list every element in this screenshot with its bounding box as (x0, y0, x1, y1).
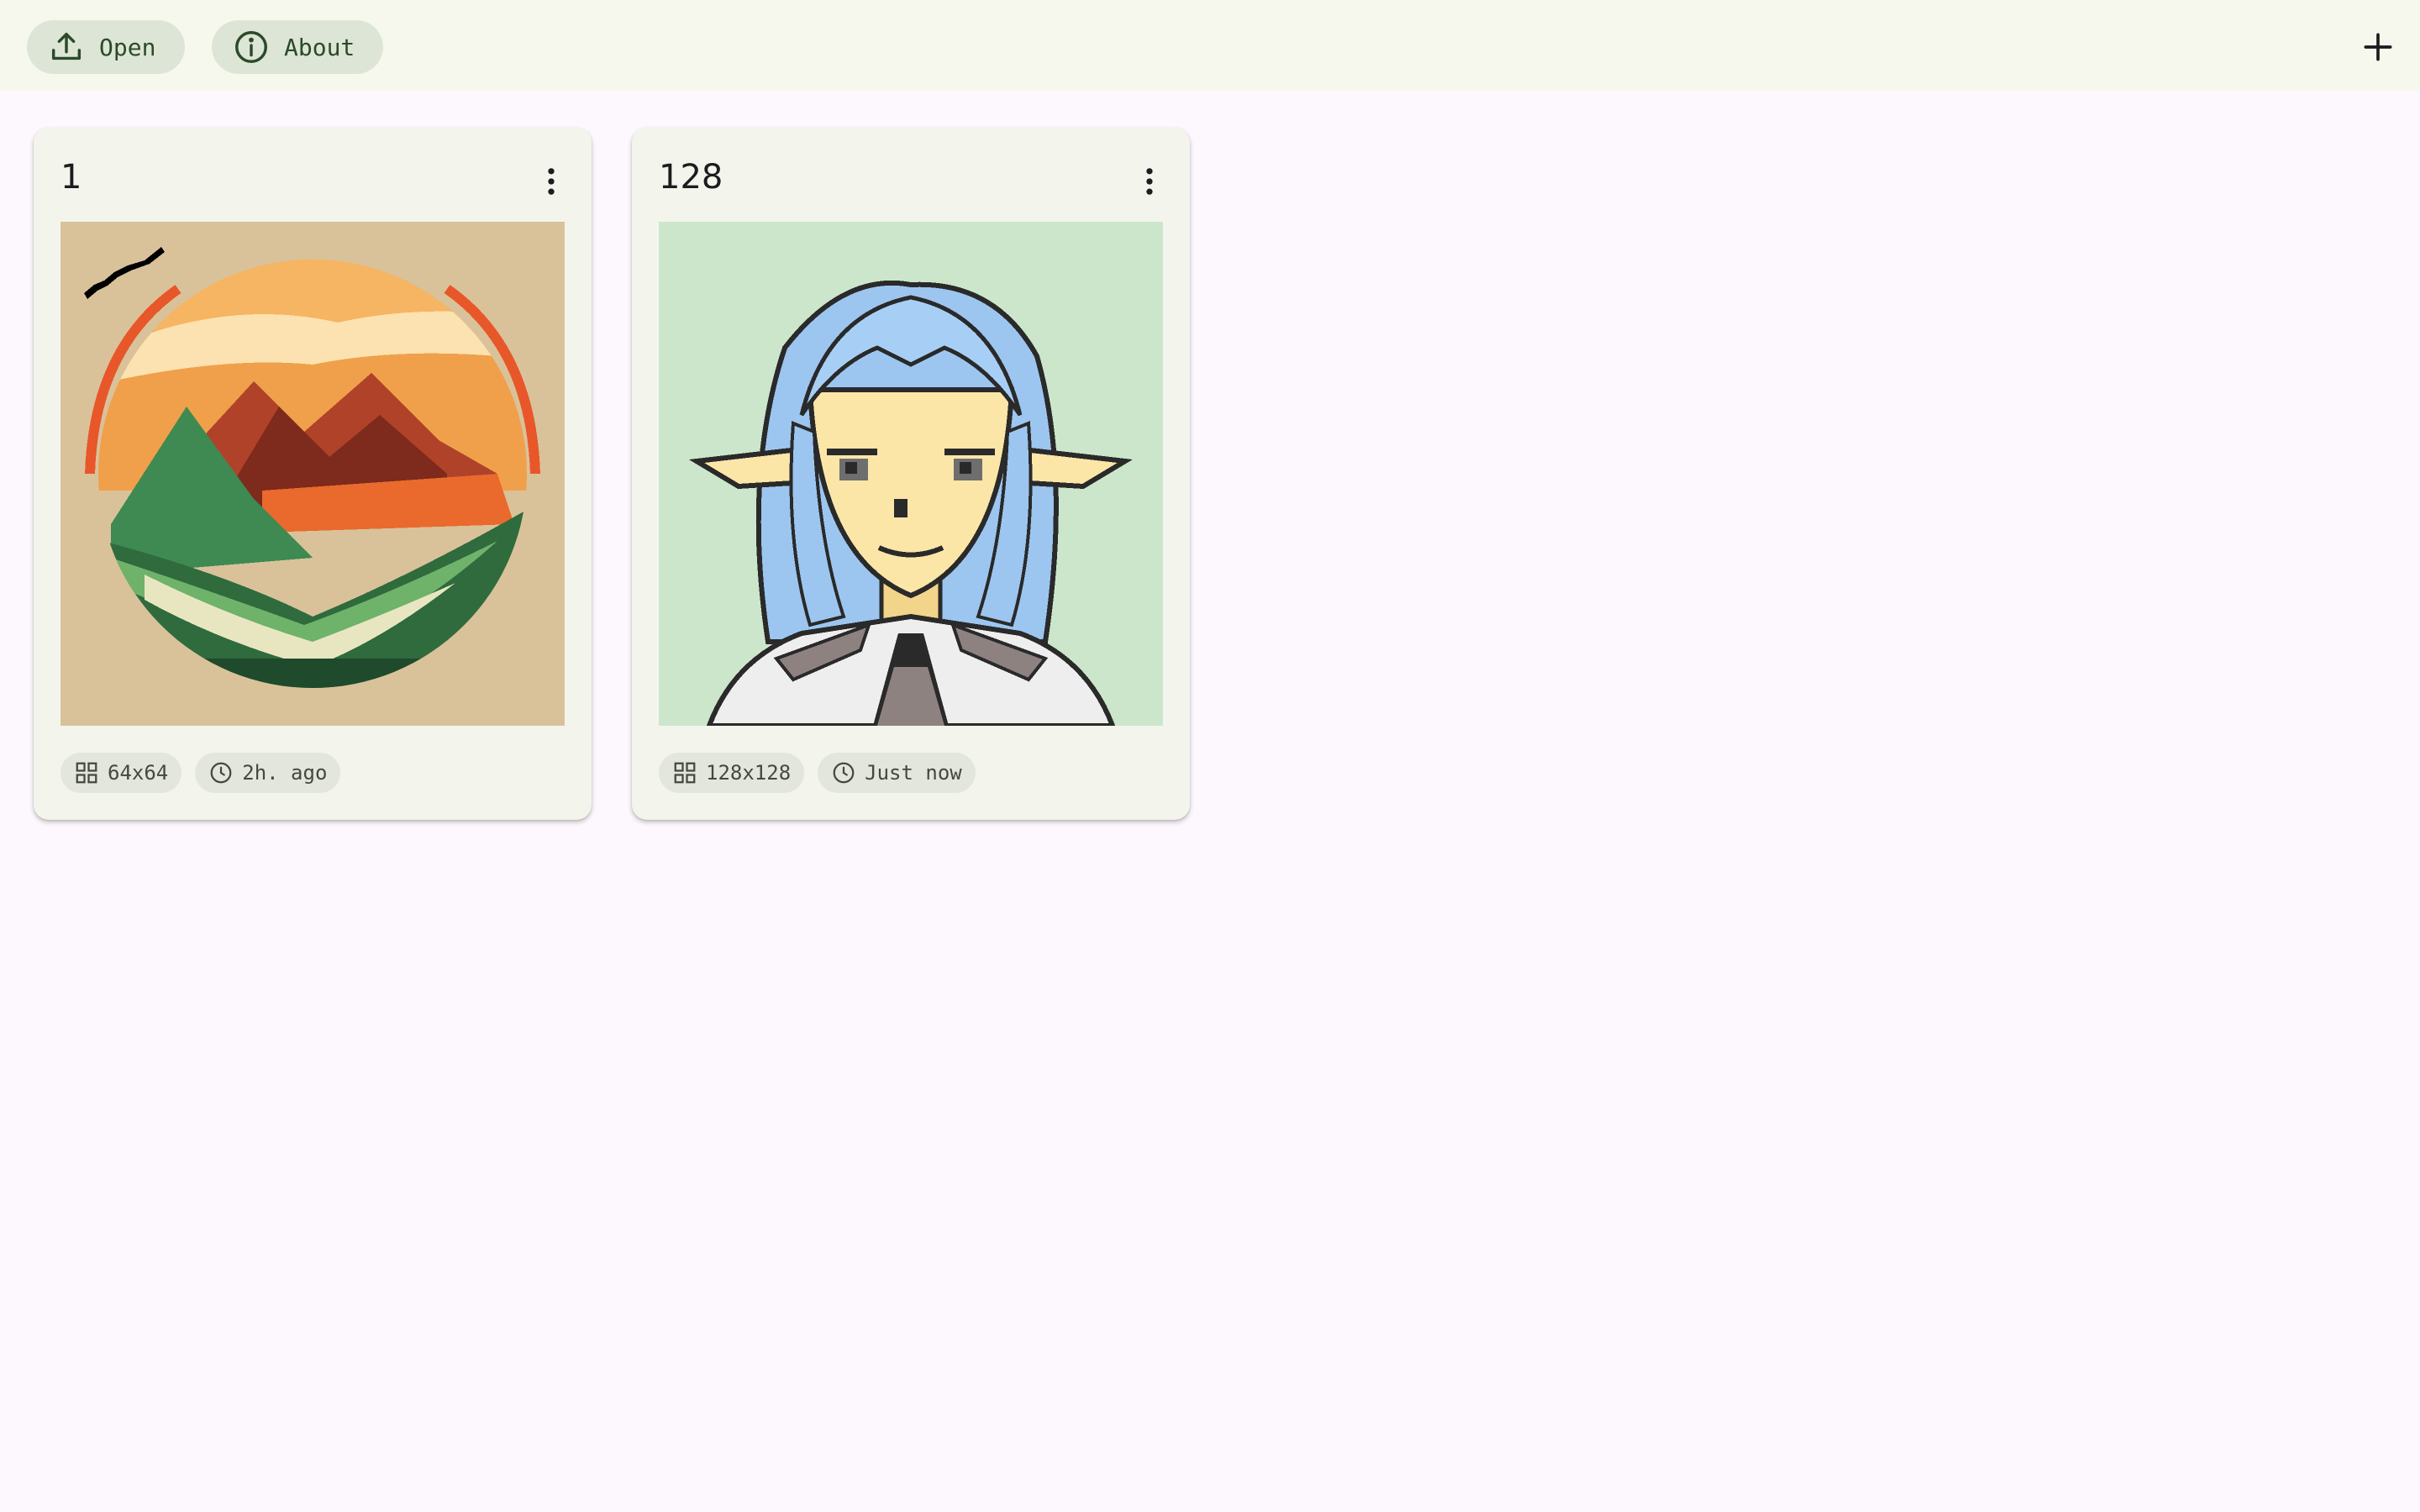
project-meta: 64x64 2h. ago (60, 753, 341, 793)
size-label: 64x64 (108, 761, 169, 785)
more-vert-icon (548, 168, 555, 195)
more-options-button[interactable] (534, 160, 568, 203)
open-button-label: Open (99, 33, 156, 61)
top-toolbar: Open About (0, 0, 2420, 91)
size-badge: 128x128 (659, 753, 805, 793)
time-badge: 2h. ago (195, 753, 341, 793)
more-options-button[interactable] (1133, 160, 1166, 203)
size-badge: 64x64 (60, 753, 182, 793)
project-card[interactable]: 1 64x64 2h. ago (34, 128, 592, 820)
about-button-label: About (284, 33, 355, 61)
time-badge: Just now (818, 753, 976, 793)
grid-icon (76, 762, 97, 784)
elf-portrait-image (659, 222, 1163, 726)
plus-icon (2364, 33, 2392, 61)
open-button[interactable]: Open (27, 20, 185, 74)
size-label: 128x128 (706, 761, 792, 785)
project-card[interactable]: 128 128x128 Just now (632, 128, 1190, 820)
modified-label: 2h. ago (242, 761, 328, 785)
about-button[interactable]: About (212, 20, 383, 74)
project-title: 128 (659, 158, 723, 197)
modified-label: Just now (865, 761, 962, 785)
clock-icon (210, 762, 232, 784)
grid-icon (674, 762, 696, 784)
project-meta: 128x128 Just now (659, 753, 976, 793)
landscape-orb-image (60, 222, 565, 726)
project-title: 1 (60, 158, 82, 197)
more-vert-icon (1146, 168, 1153, 195)
project-thumbnail[interactable] (659, 222, 1163, 726)
project-thumbnail[interactable] (60, 222, 565, 726)
upload-icon (51, 32, 82, 60)
info-icon (235, 31, 267, 63)
clock-icon (833, 762, 855, 784)
add-project-button[interactable] (2353, 22, 2403, 72)
